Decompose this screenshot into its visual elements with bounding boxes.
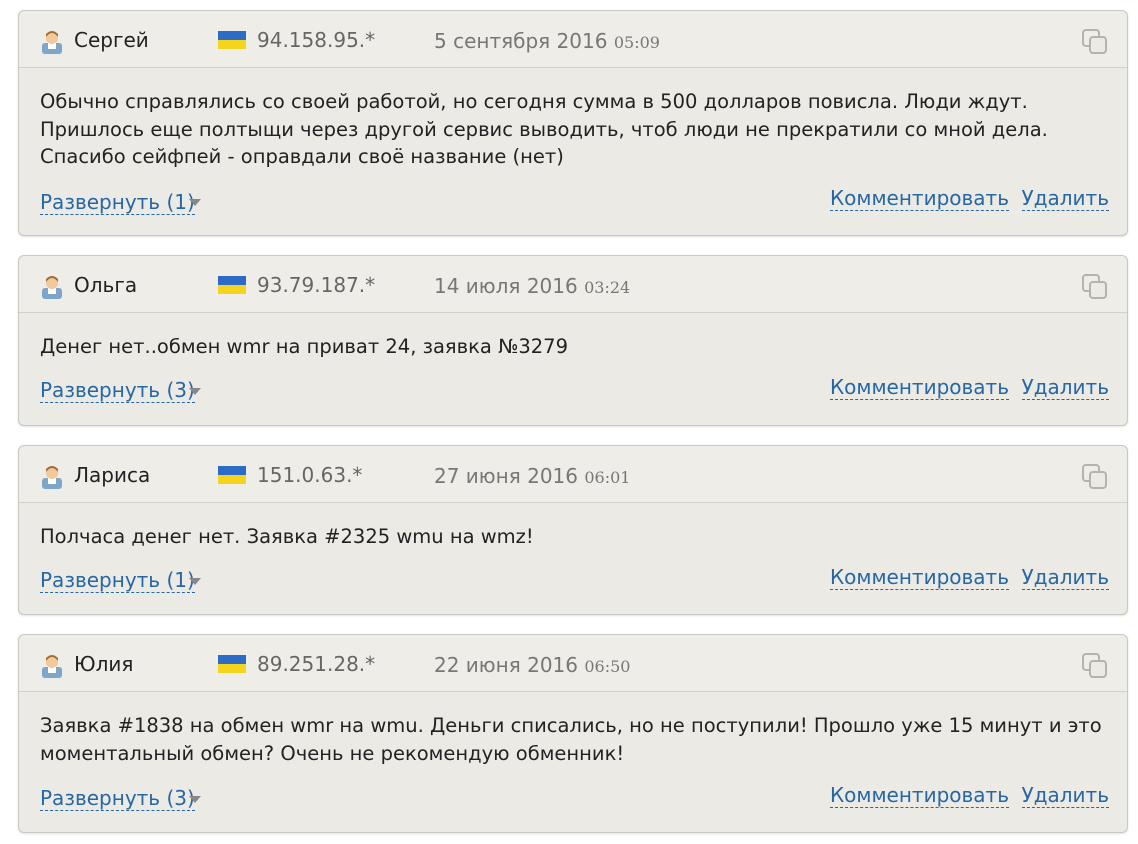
ukraine-flag-icon bbox=[218, 655, 246, 673]
comment-date-day: 22 июня 2016 bbox=[434, 653, 579, 677]
copy-icon[interactable] bbox=[1081, 463, 1109, 491]
comment-date: 14 июля 2016 03:24 bbox=[434, 274, 630, 298]
comment-time: 06:50 bbox=[584, 657, 631, 676]
comment-card: Юлия 89.251.28.* 22 июня 2016 06:50 Заяв… bbox=[18, 634, 1128, 833]
user-avatar-icon bbox=[42, 276, 62, 299]
copy-icon[interactable] bbox=[1081, 28, 1109, 56]
expand-button[interactable]: Развернуть (1) bbox=[40, 190, 195, 215]
comment-text: Заявка #1838 на обмен wmr на wmu. Деньги… bbox=[40, 714, 1102, 765]
expand-button[interactable]: Развернуть (3) bbox=[40, 378, 195, 403]
comment-header: Сергей 94.158.95.* 5 сентября 2016 05:09 bbox=[19, 11, 1127, 68]
comment-ip: 93.79.187.* bbox=[257, 273, 376, 297]
copy-icon[interactable] bbox=[1081, 273, 1109, 301]
comment-button[interactable]: Комментировать bbox=[829, 565, 1009, 590]
comments-feed: Сергей 94.158.95.* 5 сентября 2016 05:09… bbox=[0, 0, 1138, 844]
comment-author: Сергей bbox=[74, 28, 149, 52]
user-avatar-icon bbox=[42, 466, 62, 489]
comment-date: 27 июня 2016 06:01 bbox=[434, 464, 630, 488]
ukraine-flag-icon bbox=[218, 31, 246, 49]
comment-header: Юлия 89.251.28.* 22 июня 2016 06:50 bbox=[19, 635, 1127, 692]
comment-ip: 151.0.63.* bbox=[257, 463, 363, 487]
delete-button[interactable]: Удалить bbox=[1021, 783, 1109, 808]
triangle-down-icon[interactable] bbox=[189, 796, 201, 803]
comment-date-day: 5 сентября 2016 bbox=[434, 29, 608, 53]
comment-text: Денег нет..обмен wmr на приват 24, заявк… bbox=[40, 335, 568, 358]
comment-date: 22 июня 2016 06:50 bbox=[434, 653, 630, 677]
comment-time: 06:01 bbox=[584, 468, 631, 487]
comment-time: 03:24 bbox=[584, 278, 631, 297]
user-avatar-icon bbox=[42, 655, 62, 678]
comment-time: 05:09 bbox=[613, 33, 660, 52]
ukraine-flag-icon bbox=[218, 276, 246, 294]
comment-ip: 94.158.95.* bbox=[257, 28, 376, 52]
comment-author: Лариса bbox=[74, 463, 151, 487]
comment-author: Юлия bbox=[74, 652, 134, 676]
delete-button[interactable]: Удалить bbox=[1021, 375, 1109, 400]
comment-button[interactable]: Комментировать bbox=[829, 783, 1009, 808]
comment-author: Ольга bbox=[74, 273, 138, 297]
user-avatar-icon bbox=[42, 31, 62, 54]
comment-date-day: 27 июня 2016 bbox=[434, 464, 579, 488]
comment-card: Сергей 94.158.95.* 5 сентября 2016 05:09… bbox=[18, 10, 1128, 236]
comment-card: Лариса 151.0.63.* 27 июня 2016 06:01 Пол… bbox=[18, 445, 1128, 615]
comment-card: Ольга 93.79.187.* 14 июля 2016 03:24 Ден… bbox=[18, 255, 1128, 426]
comment-text: Полчаса денег нет. Заявка #2325 wmu на w… bbox=[40, 525, 534, 548]
expand-button[interactable]: Развернуть (3) bbox=[40, 786, 195, 811]
expand-button[interactable]: Развернуть (1) bbox=[40, 568, 195, 593]
triangle-down-icon[interactable] bbox=[189, 199, 201, 206]
triangle-down-icon[interactable] bbox=[189, 388, 201, 395]
comment-ip: 89.251.28.* bbox=[257, 652, 376, 676]
comment-header: Лариса 151.0.63.* 27 июня 2016 06:01 bbox=[19, 446, 1127, 503]
comment-button[interactable]: Комментировать bbox=[829, 375, 1009, 400]
ukraine-flag-icon bbox=[218, 466, 246, 484]
comment-button[interactable]: Комментировать bbox=[829, 186, 1009, 211]
delete-button[interactable]: Удалить bbox=[1021, 565, 1109, 590]
comment-header: Ольга 93.79.187.* 14 июля 2016 03:24 bbox=[19, 256, 1127, 313]
comment-date: 5 сентября 2016 05:09 bbox=[434, 29, 660, 53]
delete-button[interactable]: Удалить bbox=[1021, 186, 1109, 211]
comment-date-day: 14 июля 2016 bbox=[434, 274, 578, 298]
triangle-down-icon[interactable] bbox=[189, 578, 201, 585]
copy-icon[interactable] bbox=[1081, 652, 1109, 680]
comment-text: Обычно справлялись со своей работой, но … bbox=[40, 90, 1048, 168]
